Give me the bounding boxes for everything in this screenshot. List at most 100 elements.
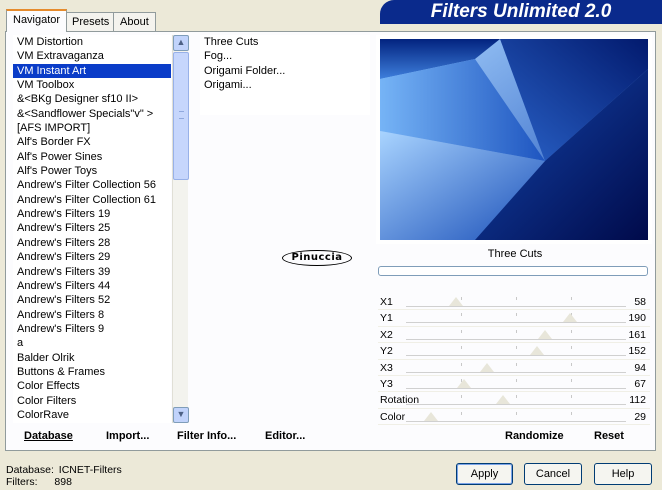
slider-value: 94	[634, 361, 646, 374]
category-item[interactable]: Buttons & Frames	[13, 365, 171, 379]
category-item[interactable]: Alf's Power Toys	[13, 164, 171, 178]
chevron-down-icon: ▼	[176, 409, 186, 419]
editor-button[interactable]: Editor...	[265, 430, 305, 442]
slider-thumb[interactable]	[449, 297, 464, 306]
filters-count-value: 898	[54, 476, 72, 488]
slider-thumb[interactable]	[480, 362, 495, 372]
category-item[interactable]: VM Instant Art	[13, 63, 171, 79]
tab-navigator[interactable]: Navigator	[6, 9, 68, 32]
slider-tick	[461, 313, 462, 317]
slider-track[interactable]	[406, 297, 626, 307]
slider-track[interactable]	[406, 313, 626, 324]
cancel-button[interactable]: Cancel	[524, 463, 582, 485]
category-item[interactable]: Balder Olrik	[13, 351, 171, 365]
slider-thumb[interactable]	[562, 313, 577, 323]
effect-list[interactable]: Three Cuts Fog... Origami Folder... Orig…	[200, 35, 370, 115]
chevron-up-icon: ▲	[176, 37, 186, 47]
slider-track[interactable]	[406, 378, 626, 389]
slider-row: Color 29	[378, 409, 650, 426]
category-item[interactable]: Andrew's Filters 29	[13, 250, 171, 264]
slider-tick	[516, 346, 517, 350]
category-item[interactable]: &<Sandflower Specials"v" >	[13, 107, 171, 121]
slider-label: Y2	[380, 345, 393, 358]
category-item[interactable]: Andrew's Filter Collection 61	[13, 193, 171, 207]
category-item[interactable]: Andrew's Filter Collection 56	[13, 178, 171, 192]
slider-row: X2 161	[378, 327, 650, 344]
database-button[interactable]: Database	[24, 430, 73, 442]
category-item[interactable]: VM Toolbox	[13, 78, 171, 92]
slider-track[interactable]	[406, 346, 626, 357]
slider-row: Y1 190	[378, 310, 650, 327]
category-item[interactable]: Alf's Power Sines	[13, 150, 171, 164]
category-item[interactable]: Color Filters	[13, 394, 171, 408]
filters-count-status: Filters: 898	[6, 476, 72, 488]
slider-value: 190	[628, 312, 646, 325]
slider-tick	[571, 395, 572, 399]
slider-thumb[interactable]	[530, 346, 545, 356]
category-item[interactable]: Andrew's Filters 39	[13, 265, 171, 279]
slider-value: 67	[634, 377, 646, 390]
effect-item-origami-folder[interactable]: Origami Folder...	[200, 64, 370, 78]
slider-tick	[516, 378, 517, 382]
category-item[interactable]: Color Effects	[13, 379, 171, 393]
effect-item-origami[interactable]: Origami...	[200, 78, 370, 92]
category-item[interactable]: Andrew's Filters 9	[13, 322, 171, 336]
slider-row: Rotation 112	[378, 392, 650, 409]
slider-label: Y1	[380, 312, 393, 325]
slider-thumb[interactable]	[424, 411, 439, 421]
slider-track[interactable]	[406, 329, 626, 340]
slider-tick	[571, 411, 572, 415]
slider-tick	[516, 395, 517, 399]
tab-about[interactable]: About	[113, 12, 156, 31]
scroll-down-button[interactable]: ▼	[173, 407, 189, 423]
reset-button[interactable]: Reset	[594, 430, 624, 442]
slider-value: 58	[634, 296, 646, 308]
pinuccia-logo: Pinuccia	[282, 250, 352, 266]
slider-value: 152	[628, 345, 646, 358]
database-status: Database: ICNET-Filters	[6, 464, 122, 476]
category-item[interactable]: Andrew's Filters 52	[13, 293, 171, 307]
slider-label: Color	[380, 410, 406, 423]
category-item[interactable]: &<BKg Designer sf10 II>	[13, 92, 171, 106]
category-item[interactable]: VM Extravaganza	[13, 49, 171, 63]
slider-label: X2	[380, 328, 393, 341]
slider-tick	[571, 329, 572, 333]
filter-info-button[interactable]: Filter Info...	[177, 430, 236, 442]
slider-label: X3	[380, 361, 393, 374]
category-item[interactable]: Andrew's Filters 25	[13, 221, 171, 235]
category-scrollbar[interactable]: ▲ ▼	[172, 35, 189, 423]
slider-label: Y3	[380, 377, 393, 390]
database-status-label: Database:	[6, 464, 54, 476]
slider-tick	[461, 411, 462, 415]
category-item[interactable]: VM Distortion	[13, 35, 171, 49]
slider-track[interactable]	[406, 411, 626, 422]
category-item[interactable]: ColorRave	[13, 408, 171, 422]
category-item[interactable]: Andrew's Filters 44	[13, 279, 171, 293]
slider-thumb[interactable]	[495, 395, 510, 405]
filter-category-list[interactable]: VM Distortion VM Extravaganza VM Instant A…	[13, 35, 171, 423]
slider-tick	[461, 395, 462, 399]
category-item[interactable]: [AFS IMPORT]	[13, 121, 171, 135]
scroll-up-button[interactable]: ▲	[173, 35, 189, 51]
slider-tick	[571, 362, 572, 366]
category-item[interactable]: Andrew's Filters 19	[13, 207, 171, 221]
randomize-button[interactable]: Randomize	[505, 430, 564, 442]
slider-thumb[interactable]	[537, 329, 552, 339]
slider-track[interactable]	[406, 395, 626, 406]
effect-item-fog[interactable]: Fog...	[200, 49, 370, 63]
category-item[interactable]: a	[13, 336, 171, 350]
category-item[interactable]: Andrew's Filters 28	[13, 236, 171, 250]
filters-count-label: Filters:	[6, 476, 38, 488]
slider-tick	[571, 378, 572, 382]
import-button[interactable]: Import...	[106, 430, 149, 442]
category-item[interactable]: Alf's Border FX	[13, 135, 171, 149]
slider-track[interactable]	[406, 362, 626, 373]
tab-presets[interactable]: Presets	[65, 12, 117, 31]
slider-thumb[interactable]	[456, 378, 471, 388]
effect-item-three-cuts[interactable]: Three Cuts	[204, 36, 258, 48]
slider-tick	[516, 411, 517, 415]
apply-button[interactable]: Apply	[456, 463, 513, 485]
category-item[interactable]: Andrew's Filters 8	[13, 308, 171, 322]
scroll-thumb[interactable]	[173, 52, 189, 180]
help-button[interactable]: Help	[594, 463, 652, 485]
